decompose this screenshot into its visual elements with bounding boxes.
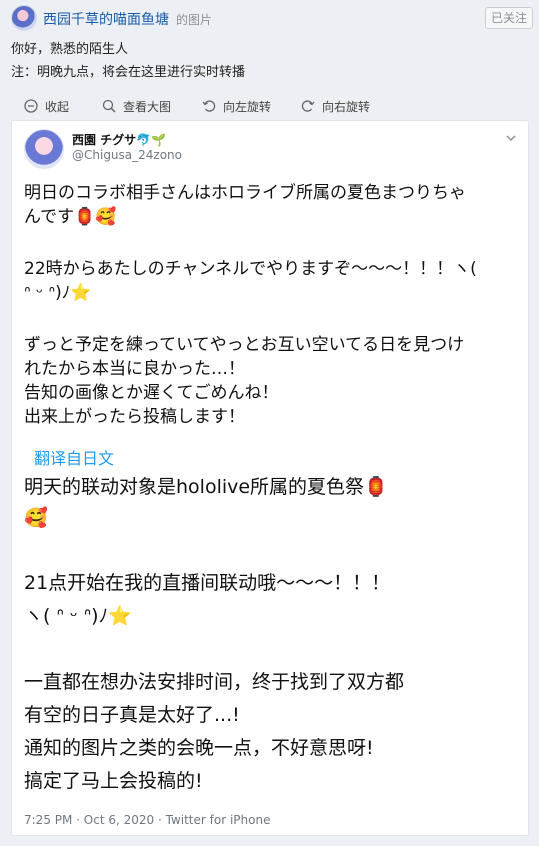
translation-line: ヽ( ᐢ ᵕ ᐢ)ﾉ⭐	[24, 605, 132, 627]
collapse-label: 收起	[45, 99, 70, 114]
tweet-text-line: ずっと予定を練っていてやっとお互い空いてる日を見つけ	[24, 335, 465, 355]
rotate-right-icon	[301, 100, 315, 112]
follow-button[interactable]: 已关注	[485, 7, 533, 29]
rotate-right-button[interactable]: 向右旋转	[301, 96, 370, 116]
post-text-line-1: 你好，熟悉的陌生人	[11, 42, 129, 57]
tweet-handle: @Chigusa_24zono	[72, 148, 183, 162]
tweet-text-line: 出来上がったら投稿します！	[24, 407, 245, 427]
rotate-left-icon	[202, 100, 216, 112]
tweet-text-line: 告知の画像とか遅くてごめんね！	[24, 383, 279, 403]
view-large-label: 查看大图	[123, 99, 172, 114]
magnifier-icon	[102, 99, 116, 113]
translate-link: 翻译自日文	[34, 449, 115, 468]
translation-line: 一直都在想办法安排时间，终于找到了双方都	[24, 671, 405, 693]
post-text-line-2: 注：明晚九点，将会在这里进行实时转播	[11, 65, 246, 80]
collapse-button[interactable]: 收起	[24, 96, 69, 116]
translation-line: 通知的图片之类的会晚一点，不好意思呀!	[24, 737, 374, 759]
tweet-text-line: ᐢ ᵕ ᐢ)ﾉ⭐	[24, 283, 92, 303]
translation-line: 搞定了马上会投稿的!	[24, 770, 203, 792]
view-large-button[interactable]: 查看大图	[102, 96, 171, 116]
avatar[interactable]	[11, 5, 37, 31]
image-toolbar: 收起 查看大图 向左旋转 向右旋转	[24, 96, 504, 116]
author-suffix: 的图片	[176, 13, 213, 27]
tweet-footer: 7:25 PM · Oct 6, 2020 · Twitter for iPho…	[24, 813, 271, 827]
tweet-image[interactable]: 西園 チグサ🐬🌱 @Chigusa_24zono 明日のコラボ相手さんはホロライ…	[11, 120, 529, 836]
translation-line: 🥰	[24, 507, 48, 529]
translation-line: 明天的联动对象是hololive所属的夏色祭🏮	[24, 476, 388, 498]
tweet-text-line: んです🏮🥰	[24, 207, 117, 227]
chevron-down-icon	[506, 135, 516, 142]
tweet-text-line: 22時からあたしのチャンネルでやりますぞ〜〜〜！！！ヽ(	[24, 259, 477, 279]
rotate-left-button[interactable]: 向左旋转	[202, 96, 271, 116]
translation-line: 有空的日子真是太好了...!	[24, 704, 240, 726]
rotate-left-label: 向左旋转	[223, 99, 272, 114]
tweet-text-line: 明日のコラボ相手さんはホロライブ所属の夏色まつりちゃ	[24, 183, 466, 203]
translation-line: 21点开始在我的直播间联动哦〜〜〜！！！	[24, 572, 391, 594]
rotate-right-label: 向右旋转	[322, 99, 371, 114]
collapse-icon	[24, 99, 38, 113]
post-header: 西园千草的喵面鱼塘 的图片 已关注	[0, 0, 539, 36]
author-name[interactable]: 西园千草的喵面鱼塘	[43, 9, 169, 29]
tweet-avatar	[24, 129, 64, 169]
tweet-text-line: れたから本当に良かった…！	[24, 359, 245, 379]
tweet-author-name: 西園 チグサ🐬🌱	[72, 133, 167, 147]
